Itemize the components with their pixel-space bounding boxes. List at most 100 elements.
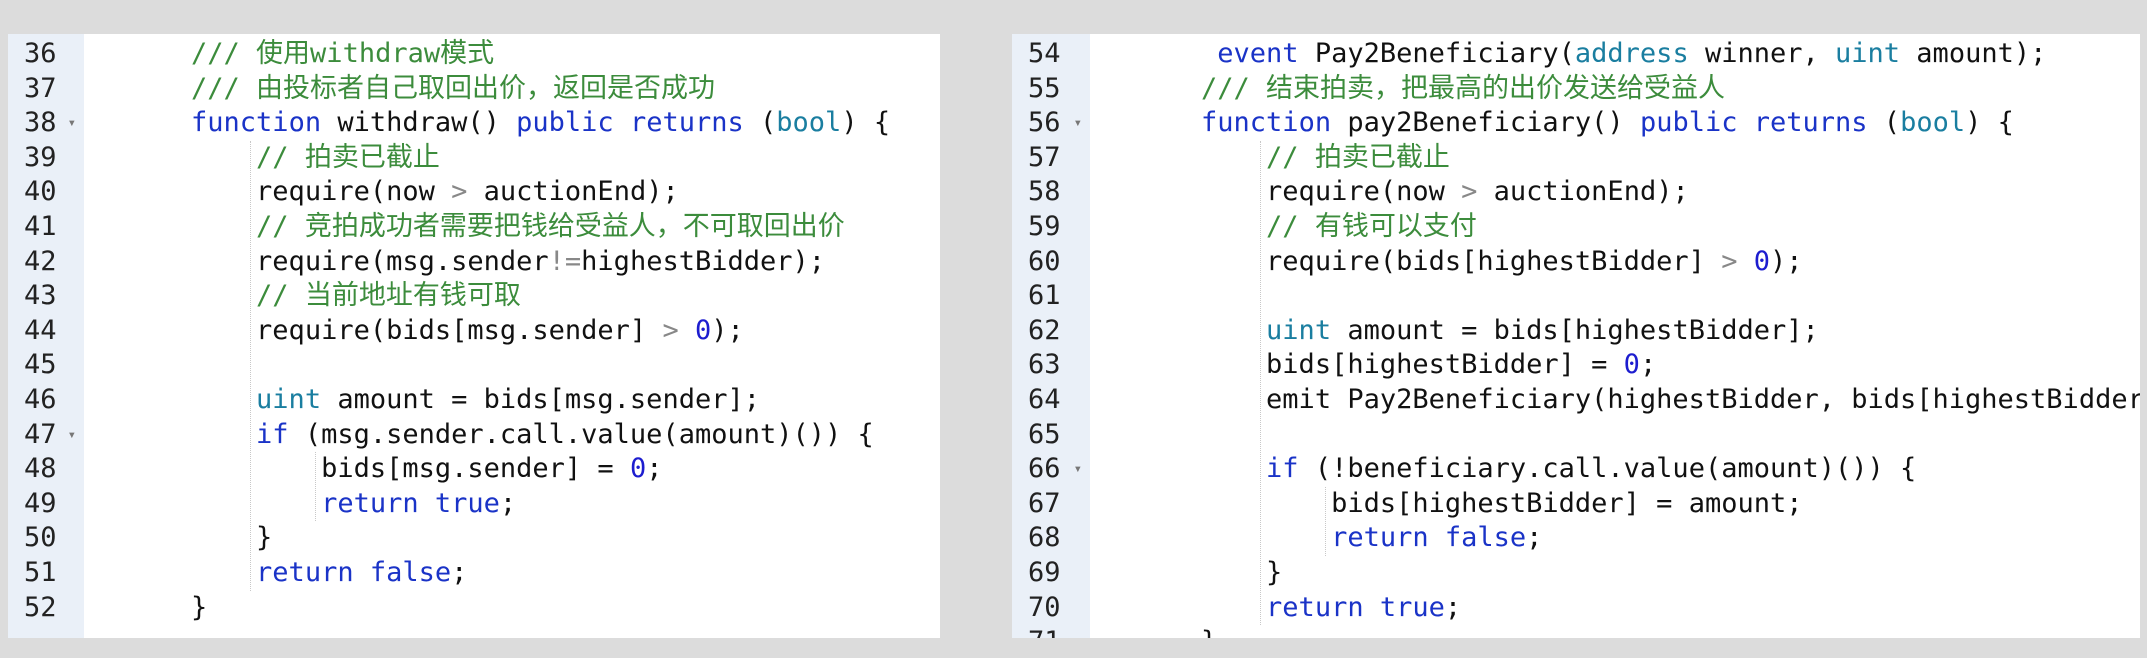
code-token: /// 由投标者自己取回出价，返回是否成功: [191, 72, 716, 104]
code-line: emit Pay2Beneficiary(highestBidder, bids…: [1136, 383, 2140, 418]
line-number: 70: [1012, 591, 1090, 626]
line-number-text: 61: [1028, 280, 1061, 312]
line-number-text: 54: [1028, 38, 1061, 69]
code-area[interactable]: event Pay2Beneficiary(address winner, ui…: [1090, 34, 2140, 638]
line-number: 58: [1012, 175, 1090, 210]
code-line: require(bids[highestBidder] > 0);: [1136, 245, 2140, 280]
code-token: >: [1461, 176, 1478, 208]
code-panel-left: 36 37 38 ▾ 39 40 41 42 43 44 45 46 47 ▾ 48 49 50 51 52 ///…: [8, 34, 940, 638]
code-line: bids[msg.sender] = 0;: [126, 452, 940, 487]
code-line: return true;: [1136, 591, 2140, 626]
line-number: 49: [8, 487, 84, 522]
code-line: event Pay2Beneficiary(address winner, ui…: [1136, 37, 2140, 72]
code-token: ;: [499, 487, 517, 519]
line-number: 51: [8, 556, 84, 591]
code-token: false: [369, 556, 452, 588]
line-number: 54: [1012, 37, 1090, 72]
code-line: require(msg.sender!=highestBidder);: [126, 245, 940, 280]
code-token: ) {: [1965, 107, 2014, 139]
code-token: (: [1867, 107, 1901, 139]
code-token: 0: [1623, 349, 1640, 381]
code-line: }: [1136, 625, 2140, 638]
line-number-text: 47: [24, 418, 57, 450]
code-token: );: [711, 314, 744, 346]
line-number-text: 63: [1028, 349, 1061, 381]
code-token: ;: [646, 453, 663, 485]
line-number-text: 49: [24, 487, 57, 519]
code-token: }: [191, 591, 208, 623]
line-number-text: 51: [24, 556, 57, 588]
code-token: public: [1639, 107, 1738, 139]
line-number: 47 ▾: [8, 418, 84, 453]
code-token: (msg.sender.call.value(amount)()) {: [288, 418, 874, 450]
indent-guide: [1325, 486, 1327, 556]
code-token: return: [321, 487, 419, 519]
code-token: 0: [629, 453, 647, 485]
line-number: 66 ▾: [1012, 452, 1090, 487]
code-token: }: [1201, 626, 1217, 638]
line-number-text: 57: [1028, 141, 1061, 173]
fold-toggle-icon[interactable]: ▾: [68, 106, 76, 141]
line-number-text: 50: [24, 522, 57, 554]
code-token: uint: [1266, 314, 1332, 346]
line-number: 50: [8, 521, 84, 556]
line-number-text: 67: [1028, 487, 1061, 519]
line-number: 71: [1012, 625, 1090, 638]
code-token: bool: [776, 107, 842, 139]
code-token: auctionEnd);: [467, 176, 679, 208]
line-number: 44: [8, 314, 84, 349]
code-token: // 拍卖已截止: [1266, 141, 1450, 173]
line-number: 40: [8, 175, 84, 210]
code-token: // 竞拍成功者需要把钱给受益人，不可取回出价: [256, 210, 845, 242]
code-line: require(bids[msg.sender] > 0);: [126, 314, 940, 349]
code-token: require(bids[msg.sender]: [256, 314, 663, 346]
code-line: /// 由投标者自己取回出价，返回是否成功: [126, 72, 940, 107]
line-number: 56 ▾: [1012, 106, 1090, 141]
line-number-text: 71: [1028, 626, 1061, 638]
code-token: if: [256, 418, 289, 450]
line-number: 65: [1012, 418, 1090, 453]
line-number: 60: [1012, 245, 1090, 280]
line-number-text: 66: [1028, 453, 1061, 485]
code-token: false: [1444, 522, 1527, 554]
line-number: 63: [1012, 348, 1090, 383]
code-token: uint: [1835, 38, 1901, 69]
line-number: 38 ▾: [8, 106, 84, 141]
line-number: 48: [8, 452, 84, 487]
fold-toggle-icon[interactable]: ▾: [1074, 106, 1082, 141]
line-number-text: 55: [1028, 72, 1061, 104]
fold-toggle-icon[interactable]: ▾: [68, 418, 76, 453]
code-token: ) {: [841, 107, 891, 139]
fold-toggle-icon[interactable]: ▾: [1074, 452, 1082, 487]
line-number-gutter: 36 37 38 ▾ 39 40 41 42 43 44 45 46 47 ▾ 48 49 50 51 52: [8, 34, 84, 638]
code-line: // 竞拍成功者需要把钱给受益人，不可取回出价: [126, 210, 940, 245]
line-number: 68: [1012, 521, 1090, 556]
code-token: }: [1266, 556, 1283, 588]
code-area[interactable]: /// 使用withdraw模式 /// 由投标者自己取回出价，返回是否成功 f…: [84, 34, 940, 638]
code-token: 0: [1753, 245, 1770, 277]
line-number-text: 46: [24, 383, 57, 415]
code-token: require(bids[highestBidder]: [1266, 245, 1722, 277]
code-token: // 有钱可以支付: [1266, 210, 1477, 242]
code-token: true: [434, 487, 500, 519]
code-line: }: [1136, 556, 2140, 591]
